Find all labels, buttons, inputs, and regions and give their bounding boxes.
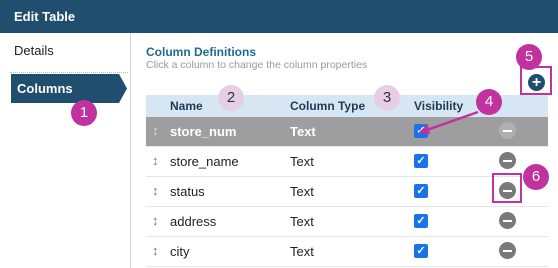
callout-3: 3 xyxy=(374,85,400,111)
drag-handle-icon[interactable]: ↕ xyxy=(152,153,159,168)
table-row[interactable]: ↕ city Text ✓ xyxy=(146,237,548,267)
column-type: Text xyxy=(290,184,314,199)
dialog-title: Edit Table xyxy=(0,0,558,33)
drag-handle-icon[interactable]: ↕ xyxy=(152,243,159,258)
sidebar-item-columns[interactable]: Columns xyxy=(11,74,127,103)
visibility-checkbox[interactable]: ✓ xyxy=(414,214,428,228)
table-row[interactable]: ↕ store_name Text ✓ xyxy=(146,147,548,177)
column-type: Text xyxy=(290,244,314,259)
drag-handle-icon[interactable]: ↕ xyxy=(152,183,159,198)
minus-circle-icon[interactable] xyxy=(499,242,516,259)
header-name: Name xyxy=(170,99,203,113)
header-column-type: Column Type xyxy=(290,99,366,113)
column-definitions-table: Name Column Type Visibility ↕ store_num … xyxy=(146,95,548,267)
callout-1: 1 xyxy=(71,100,97,126)
header-visibility: Visibility xyxy=(414,99,464,113)
callout-2: 2 xyxy=(218,85,244,111)
sidebar-item-details[interactable]: Details xyxy=(14,43,54,58)
remove-button-highlight xyxy=(492,173,522,203)
visibility-checkbox[interactable]: ✓ xyxy=(414,184,428,198)
column-name: store_num xyxy=(170,124,237,139)
column-type: Text xyxy=(290,214,314,229)
visibility-checkbox[interactable]: ✓ xyxy=(414,124,428,138)
minus-circle-icon[interactable] xyxy=(499,152,516,169)
callout-4: 4 xyxy=(476,89,502,115)
section-title: Column Definitions xyxy=(146,45,256,59)
sidebar-item-label: Columns xyxy=(17,81,73,96)
table-row[interactable]: ↕ address Text ✓ xyxy=(146,207,548,237)
plus-circle-icon: + xyxy=(531,74,542,91)
column-type: Text xyxy=(290,124,316,139)
callout-5: 5 xyxy=(516,44,542,70)
drag-handle-icon[interactable]: ↕ xyxy=(152,123,159,138)
column-type: Text xyxy=(290,154,314,169)
table-row[interactable]: ↕ store_num Text ✓ xyxy=(146,117,548,147)
column-name: city xyxy=(170,244,190,259)
minus-circle-icon[interactable] xyxy=(499,212,516,229)
drag-handle-icon[interactable]: ↕ xyxy=(152,213,159,228)
minus-circle-icon[interactable] xyxy=(499,122,516,139)
section-subtitle: Click a column to change the column prop… xyxy=(146,59,368,71)
sidebar-divider xyxy=(10,72,128,73)
table-row[interactable]: ↕ status Text ✓ xyxy=(146,177,548,207)
visibility-checkbox[interactable]: ✓ xyxy=(414,154,428,168)
visibility-checkbox[interactable]: ✓ xyxy=(414,244,428,258)
column-name: store_name xyxy=(170,154,239,169)
callout-6: 6 xyxy=(523,164,549,190)
column-name: address xyxy=(170,214,217,229)
column-name: status xyxy=(170,184,205,199)
add-column-button[interactable]: + xyxy=(528,74,545,91)
